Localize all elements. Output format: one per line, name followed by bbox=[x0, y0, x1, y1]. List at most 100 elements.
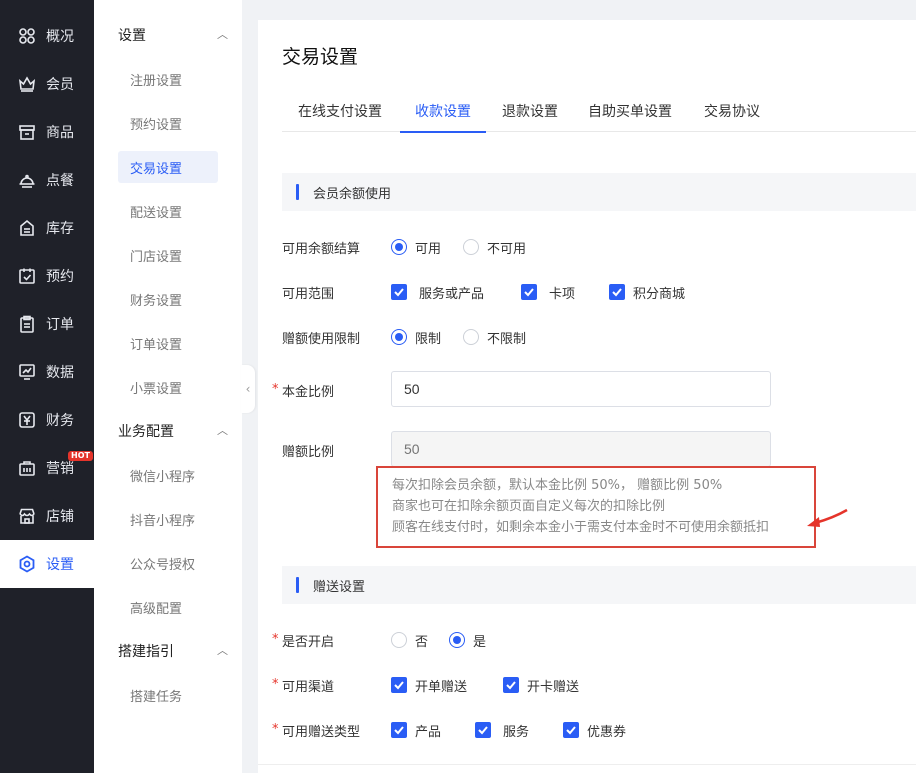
settings-tabs: 在线支付设置 收款设置 退款设置 自助买单设置 交易协议 bbox=[282, 90, 916, 133]
subnav-item-trade[interactable]: 交易设置 bbox=[118, 151, 218, 183]
checkbox-label: 服务 bbox=[503, 724, 530, 740]
nav-item-overview[interactable]: 概况 bbox=[0, 12, 94, 60]
label-text: 本金比例 bbox=[282, 384, 335, 400]
nav-item-label: 营销 bbox=[46, 461, 74, 477]
chevron-up-icon: ︿ bbox=[217, 644, 228, 657]
nav-item-finance[interactable]: 财务 bbox=[0, 396, 94, 444]
radio-gift-enabled-yes[interactable]: 是 bbox=[449, 630, 486, 650]
nav-item-booking[interactable]: 预约 bbox=[0, 252, 94, 300]
nav-item-label: 财务 bbox=[46, 413, 74, 429]
label-principal-ratio: * 本金比例 bbox=[272, 380, 335, 400]
page-title: 交易设置 bbox=[282, 46, 359, 68]
subnav-group-settings[interactable]: 设置 ︿ bbox=[118, 25, 228, 45]
radio-circle bbox=[391, 239, 407, 255]
checkbox-card-item[interactable]: 卡项 bbox=[521, 282, 575, 302]
radio-settle-unavailable[interactable]: 不可用 bbox=[463, 237, 526, 257]
radio-label: 不可用 bbox=[487, 241, 527, 257]
main-panel: 交易设置 在线支付设置 收款设置 退款设置 自助买单设置 交易协议 会员余额使用… bbox=[258, 20, 916, 773]
chevron-up-icon: ︿ bbox=[217, 28, 228, 41]
tab-refund[interactable]: 退款设置 bbox=[502, 90, 558, 132]
subnav-item-official-account[interactable]: 公众号授权 bbox=[118, 547, 218, 579]
cloche-icon bbox=[18, 171, 36, 189]
main-nav-rail: 概况 会员 商品 点餐 库存 预约 订单 数据 财务 营销 HOT 店铺 设置 bbox=[0, 0, 94, 773]
radio-gift-enabled-no[interactable]: 否 bbox=[391, 630, 428, 650]
subnav-item-wechat-mini[interactable]: 微信小程序 bbox=[118, 459, 218, 491]
checkbox-checked-icon bbox=[521, 284, 537, 300]
chart-monitor-icon bbox=[18, 363, 36, 381]
tab-collection[interactable]: 收款设置 bbox=[400, 90, 486, 133]
checkbox-gift-coupon[interactable]: 优惠券 bbox=[563, 720, 626, 740]
label-gift-enabled: * 是否开启 bbox=[272, 630, 334, 650]
label-text: 可用渠道 bbox=[282, 679, 335, 695]
subnav-item-receipt[interactable]: 小票设置 bbox=[118, 371, 218, 403]
checkbox-checked-icon bbox=[391, 284, 407, 300]
subnav-item-build-task[interactable]: 搭建任务 bbox=[118, 679, 218, 711]
checkbox-label: 积分商城 bbox=[633, 286, 686, 302]
nav-item-label: 点餐 bbox=[46, 173, 74, 189]
tab-self-checkout[interactable]: 自助买单设置 bbox=[588, 90, 672, 132]
principal-ratio-input[interactable] bbox=[391, 371, 771, 407]
divider bbox=[258, 764, 916, 765]
nav-item-inventory[interactable]: 库存 bbox=[0, 204, 94, 252]
checkbox-checked-icon bbox=[391, 722, 407, 738]
nav-item-label: 库存 bbox=[46, 221, 74, 237]
checkbox-gift-service[interactable]: 服务 bbox=[475, 720, 529, 740]
subnav-item-booking[interactable]: 预约设置 bbox=[118, 107, 218, 139]
radio-label: 限制 bbox=[415, 331, 442, 347]
nav-item-label: 预约 bbox=[46, 269, 74, 285]
checkbox-service-product[interactable]: 服务或产品 bbox=[391, 282, 484, 302]
nav-item-settings[interactable]: 设置 bbox=[0, 540, 94, 588]
note-line: 每次扣除会员余额，默认本金比例 50%， 赠额比例 50% bbox=[392, 478, 723, 493]
nav-item-order-food[interactable]: 点餐 bbox=[0, 156, 94, 204]
nav-item-marketing[interactable]: 营销 HOT bbox=[0, 444, 94, 492]
section-marker bbox=[296, 577, 299, 593]
collapse-sidebar-button[interactable]: ‹ bbox=[241, 365, 255, 413]
radio-gift-limit-on[interactable]: 限制 bbox=[391, 327, 441, 347]
radio-gift-limit-off[interactable]: 不限制 bbox=[463, 327, 526, 347]
subnav-group-business[interactable]: 业务配置 ︿ bbox=[118, 421, 228, 441]
radio-settle-available[interactable]: 可用 bbox=[391, 237, 441, 257]
radio-label: 不限制 bbox=[487, 331, 527, 347]
subnav-item-order[interactable]: 订单设置 bbox=[118, 327, 218, 359]
nav-item-store[interactable]: 店铺 bbox=[0, 492, 94, 540]
nav-item-data[interactable]: 数据 bbox=[0, 348, 94, 396]
radio-label: 可用 bbox=[415, 241, 442, 257]
gift-ratio-input[interactable] bbox=[391, 431, 771, 467]
nav-item-label: 概况 bbox=[46, 29, 74, 45]
nav-item-label: 订单 bbox=[46, 317, 74, 333]
annotation-arrow-icon bbox=[807, 508, 848, 527]
subnav-item-finance[interactable]: 财务设置 bbox=[118, 283, 218, 315]
yen-icon bbox=[18, 411, 36, 429]
checkbox-gift-product[interactable]: 产品 bbox=[391, 720, 441, 740]
store-icon bbox=[18, 507, 36, 525]
grid-icon bbox=[18, 27, 36, 45]
nav-item-goods[interactable]: 商品 bbox=[0, 108, 94, 156]
label-text: 可用赠送类型 bbox=[282, 724, 361, 740]
section-title: 赠送设置 bbox=[313, 579, 366, 595]
subnav-item-douyin-mini[interactable]: 抖音小程序 bbox=[118, 503, 218, 535]
annotation-note-box: 每次扣除会员余额，默认本金比例 50%， 赠额比例 50% 商家也可在扣除余额页… bbox=[376, 466, 816, 548]
radio-circle bbox=[391, 329, 407, 345]
subnav-group-title: 搭建指引 bbox=[118, 644, 174, 660]
hot-badge: HOT bbox=[68, 451, 93, 461]
tab-online-payment[interactable]: 在线支付设置 bbox=[298, 90, 382, 132]
checkbox-label: 开卡赠送 bbox=[527, 679, 580, 695]
nav-item-orders[interactable]: 订单 bbox=[0, 300, 94, 348]
chevron-up-icon: ︿ bbox=[217, 424, 228, 437]
checkbox-open-card-gift[interactable]: 开卡赠送 bbox=[503, 675, 579, 695]
subnav-item-delivery[interactable]: 配送设置 bbox=[118, 195, 218, 227]
label-balance-settle: 可用余额结算 bbox=[282, 241, 361, 257]
subnav-group-guide[interactable]: 搭建指引 ︿ bbox=[118, 641, 228, 661]
subnav-item-advanced[interactable]: 高级配置 bbox=[118, 591, 218, 623]
label-gift-ratio: 赠额比例 bbox=[282, 444, 335, 460]
subnav-group-title: 设置 bbox=[118, 28, 146, 44]
inventory-icon bbox=[18, 219, 36, 237]
checkbox-checked-icon bbox=[609, 284, 625, 300]
checkbox-open-order-gift[interactable]: 开单赠送 bbox=[391, 675, 467, 695]
subnav-item-store[interactable]: 门店设置 bbox=[118, 239, 218, 271]
tab-trade-agreement[interactable]: 交易协议 bbox=[704, 90, 760, 132]
nav-item-member[interactable]: 会员 bbox=[0, 60, 94, 108]
checkbox-points-mall[interactable]: 积分商城 bbox=[609, 282, 685, 302]
subnav-item-register[interactable]: 注册设置 bbox=[118, 63, 218, 95]
radio-circle bbox=[449, 632, 465, 648]
